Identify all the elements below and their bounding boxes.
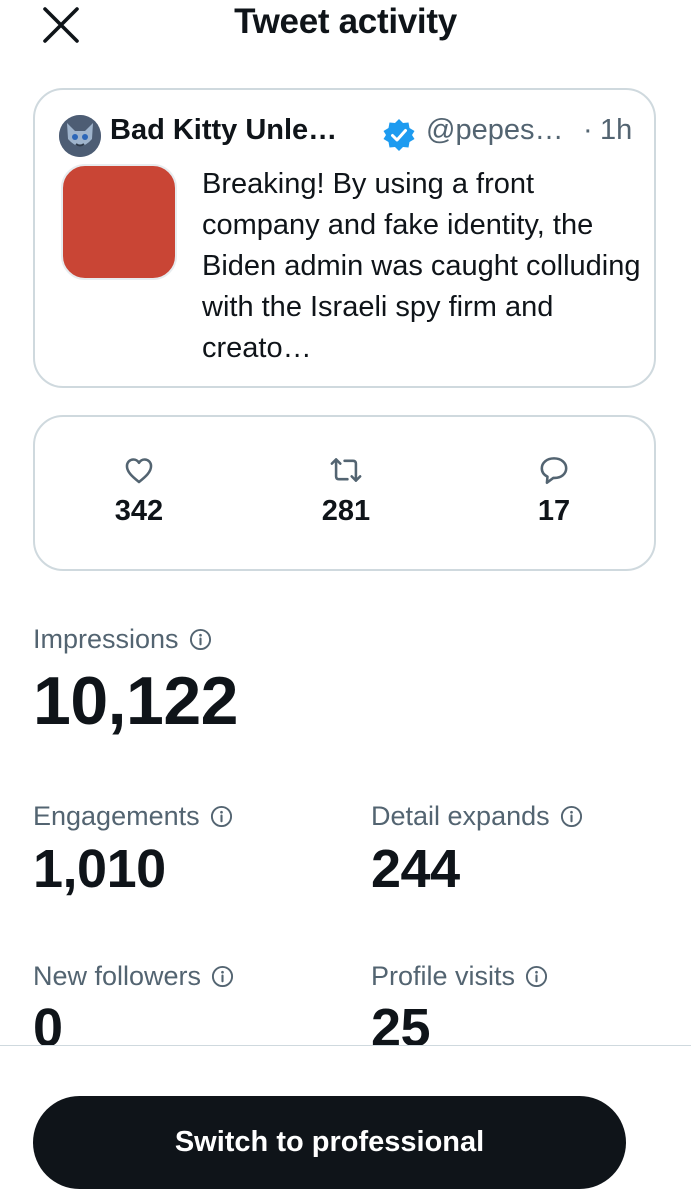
media-thumbnail[interactable] — [61, 164, 177, 280]
engagement-counts-card: 342 281 17 — [33, 415, 656, 571]
replies-stat: 17 — [464, 453, 644, 528]
author-name[interactable]: Bad Kitty Unle… — [110, 114, 337, 147]
detail-expands-label-text: Detail expands — [371, 801, 550, 831]
retweets-stat: 281 — [256, 453, 436, 528]
verified-badge-icon — [383, 119, 415, 151]
info-icon[interactable] — [210, 805, 233, 828]
detail-expands-label: Detail expands — [371, 801, 583, 832]
avatar[interactable] — [59, 115, 101, 157]
impressions-value: 10,122 — [33, 663, 238, 739]
likes-count: 342 — [114, 495, 164, 527]
reply-icon — [540, 457, 568, 485]
author-handle[interactable]: @pepes… — [426, 114, 563, 147]
engagements-value: 1,010 — [33, 839, 166, 899]
tweet-text: Breaking! By using a front company and f… — [202, 168, 641, 364]
info-icon[interactable] — [525, 965, 548, 988]
heart-icon — [125, 458, 153, 484]
avatar-image — [59, 115, 101, 157]
tweet-time: 1h — [600, 114, 633, 146]
switch-to-professional-button[interactable]: Switch to professional — [33, 1096, 626, 1189]
profile-visits-label-text: Profile visits — [371, 961, 516, 991]
impressions-label-text: Impressions — [33, 624, 179, 654]
impressions-label: Impressions — [33, 624, 212, 655]
tweet-preview-card[interactable]: Bad Kitty Unle… @pepes… · 1h Breaking! B… — [33, 88, 656, 388]
bottom-action-bar: Switch to professional — [0, 1045, 691, 1201]
page-title: Tweet activity — [234, 2, 457, 41]
likes-stat: 342 — [49, 453, 229, 528]
info-icon[interactable] — [560, 805, 583, 828]
retweets-count: 281 — [321, 495, 371, 527]
detail-expands-value: 244 — [371, 839, 460, 899]
info-icon[interactable] — [211, 965, 234, 988]
info-icon[interactable] — [189, 628, 212, 651]
profile-visits-label: Profile visits — [371, 961, 548, 992]
engagements-label-text: Engagements — [33, 801, 200, 831]
new-followers-label-text: New followers — [33, 961, 202, 991]
replies-count: 17 — [537, 495, 571, 527]
retweet-icon — [330, 458, 362, 482]
separator-dot: · — [583, 114, 593, 146]
engagements-label: Engagements — [33, 801, 233, 832]
header: Tweet activity — [0, 0, 691, 50]
new-followers-label: New followers — [33, 961, 234, 992]
